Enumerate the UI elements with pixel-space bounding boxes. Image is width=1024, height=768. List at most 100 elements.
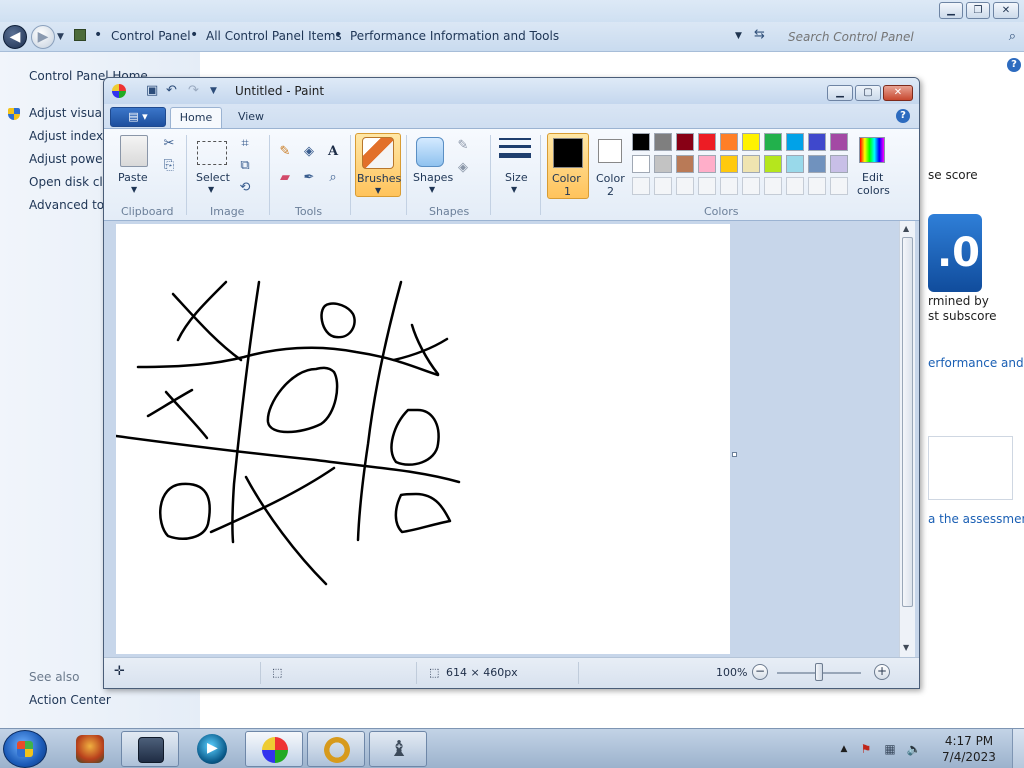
back-button[interactable]: ◀ [3,25,27,49]
magnifier-icon[interactable]: ⌕ [324,169,342,187]
palette-empty-slot[interactable] [632,177,650,195]
breadcrumb[interactable]: • Control Panel • All Control Panel Item… [72,26,776,48]
color1-button[interactable]: Color 1 [547,133,589,199]
palette-swatch[interactable] [676,133,694,151]
rerun-assessment-link[interactable]: a the assessment [928,512,1024,526]
taskbar-button-paint[interactable] [245,731,303,767]
taskbar-button-control-panel[interactable] [121,731,179,767]
color-picker-icon[interactable]: ✒ [300,169,318,187]
refresh-icon[interactable]: ⇆ [754,27,765,42]
quick-access-dropdown-icon[interactable]: ▼ [210,86,217,96]
palette-empty-slot[interactable] [654,177,672,195]
cp-close-button[interactable]: ✕ [993,2,1019,19]
cp-minimize-button[interactable]: ▁ [939,2,963,19]
fill-icon[interactable]: ◈ [454,159,472,177]
palette-swatch[interactable] [698,133,716,151]
pinned-app-icon[interactable] [76,735,104,763]
palette-swatch[interactable] [808,155,826,173]
vertical-scrollbar[interactable]: ▲ ▼ [899,221,915,657]
action-center-link[interactable]: Action Center [29,693,111,707]
paste-dropdown-icon[interactable]: ▼ [131,185,137,194]
paint-app-icon[interactable] [112,84,126,98]
action-center-flag-icon[interactable]: ⚑ [858,741,874,757]
copy-icon[interactable]: ⎘ [160,157,178,175]
forward-button[interactable]: ▶ [31,25,55,49]
scroll-up-icon[interactable]: ▲ [903,224,909,233]
ribbon-help-icon[interactable]: ? [896,109,910,123]
zoom-in-button[interactable]: + [874,664,890,680]
help-icon[interactable]: ? [1007,58,1021,72]
cp-restore-button[interactable]: ❐ [966,2,990,19]
edit-colors-label-2[interactable]: colors [857,184,890,197]
select-button[interactable]: Select [196,171,230,184]
sidebar-link-indexing[interactable]: Adjust indexin [29,129,114,143]
palette-swatch[interactable] [654,155,672,173]
zoom-out-button[interactable]: − [752,664,768,680]
performance-details-link[interactable]: erformance and [928,356,1024,370]
palette-swatch[interactable] [764,133,782,151]
palette-empty-slot[interactable] [808,177,826,195]
palette-swatch[interactable] [632,155,650,173]
palette-swatch[interactable] [742,133,760,151]
clock-date[interactable]: 7/4/2023 [932,750,1006,764]
redo-icon[interactable]: ↷ [188,83,199,98]
palette-swatch[interactable] [676,155,694,173]
paint-minimize-button[interactable]: ▁ [827,85,853,101]
scroll-thumb[interactable] [902,237,913,607]
palette-swatch[interactable] [720,155,738,173]
show-hidden-icons-chevron[interactable]: ▲ [836,741,852,757]
palette-swatch[interactable] [830,133,848,151]
zoom-slider-thumb[interactable] [815,663,823,681]
rotate-icon[interactable]: ⟲ [236,179,254,197]
taskbar-button-ring-app[interactable] [307,731,365,767]
breadcrumb-all-items[interactable]: All Control Panel Items [206,29,342,43]
cut-icon[interactable]: ✂ [160,135,178,153]
edit-colors-icon[interactable] [859,137,885,163]
shapes-dropdown-icon[interactable]: ▼ [429,185,435,194]
shapes-button[interactable]: Shapes [413,171,453,184]
text-tool-icon[interactable]: A [324,143,342,161]
crop-icon[interactable]: ⌗ [236,135,254,153]
start-button[interactable] [3,730,47,768]
save-icon[interactable]: ▣ [146,83,158,98]
palette-empty-slot[interactable] [742,177,760,195]
brushes-button[interactable]: Brushes ▼ [355,133,401,197]
search-icon[interactable]: ⌕ [1009,29,1016,44]
resize-icon[interactable]: ⧉ [236,157,254,175]
search-input[interactable] [782,26,1022,48]
eraser-icon[interactable]: ▰ [276,169,294,187]
palette-empty-slot[interactable] [720,177,738,195]
palette-swatch[interactable] [698,155,716,173]
palette-swatch[interactable] [720,133,738,151]
clipboard-icon[interactable] [120,135,148,167]
breadcrumb-control-panel[interactable]: Control Panel [111,29,191,43]
paint-close-button[interactable]: ✕ [883,85,913,101]
outline-icon[interactable]: ✎ [454,137,472,155]
clock-time[interactable]: 4:17 PM [932,734,1006,748]
palette-empty-slot[interactable] [830,177,848,195]
color2-label[interactable]: Color [596,172,625,185]
media-player-icon[interactable]: ▶ [197,734,227,764]
palette-swatch[interactable] [764,155,782,173]
paint-maximize-button[interactable]: ▢ [855,85,881,101]
drawing-canvas[interactable] [114,224,730,654]
select-dropdown-icon[interactable]: ▼ [208,185,214,194]
show-desktop-button[interactable] [1012,729,1024,768]
palette-empty-slot[interactable] [786,177,804,195]
recent-pages-chevron-icon[interactable]: ▼ [57,32,64,42]
scroll-down-icon[interactable]: ▼ [903,643,909,652]
tab-view[interactable]: View [228,107,274,129]
palette-empty-slot[interactable] [764,177,782,195]
shapes-gallery-icon[interactable] [416,137,444,167]
sidebar-link-advanced-tools[interactable]: Advanced too [29,198,111,212]
palette-empty-slot[interactable] [698,177,716,195]
palette-swatch[interactable] [786,155,804,173]
palette-swatch[interactable] [632,133,650,151]
canvas-resize-handle[interactable] [732,452,737,457]
palette-swatch[interactable] [654,133,672,151]
breadcrumb-performance[interactable]: Performance Information and Tools [350,29,559,43]
size-button[interactable]: Size [505,171,528,184]
palette-swatch[interactable] [808,133,826,151]
address-dropdown-icon[interactable]: ▼ [735,31,742,41]
palette-swatch[interactable] [830,155,848,173]
